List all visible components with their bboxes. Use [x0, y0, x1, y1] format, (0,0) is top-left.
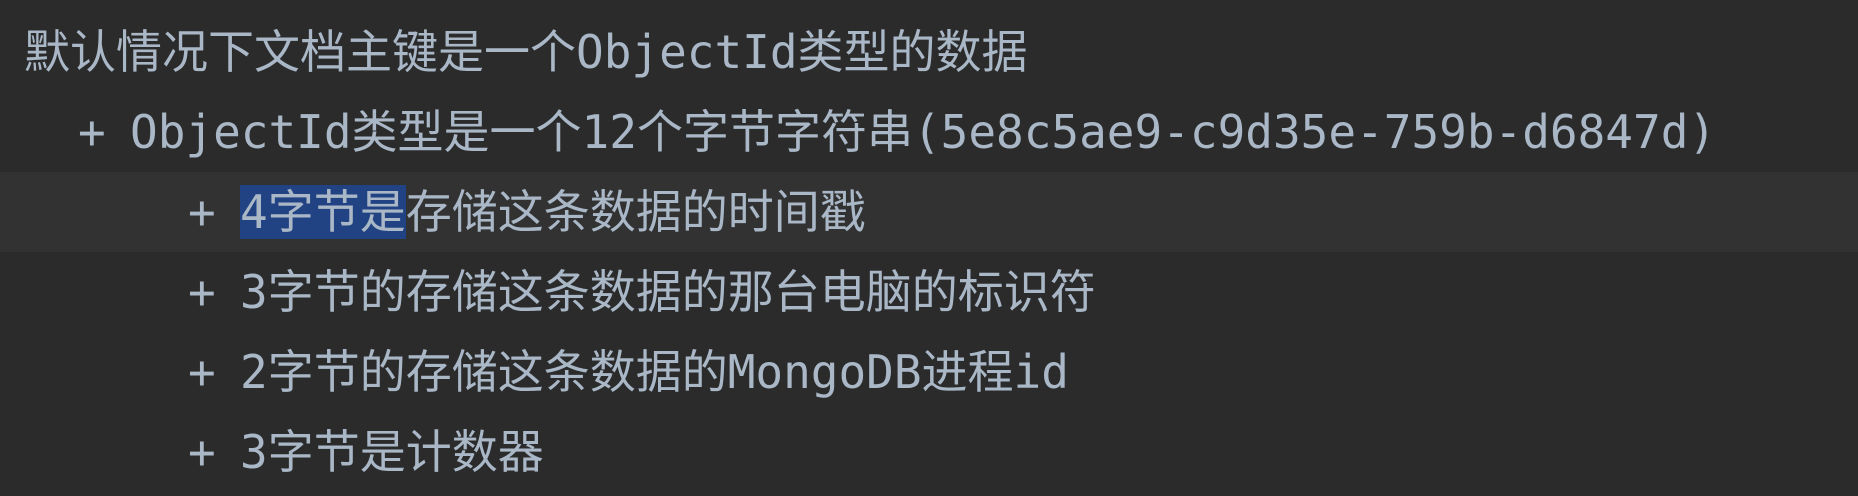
list-bullet-plus: + — [188, 185, 216, 239]
line-6-text: 3字节是计数器 — [240, 425, 544, 479]
list-bullet-plus: + — [188, 345, 216, 399]
markdown-editor[interactable]: 默认情况下文档主键是一个ObjectId类型的数据 + ObjectId类型是一个… — [0, 0, 1858, 496]
selected-text[interactable]: 4字节是 — [240, 185, 406, 239]
editor-line-1[interactable]: 默认情况下文档主键是一个ObjectId类型的数据 — [0, 12, 1858, 92]
editor-line-6[interactable]: +3字节是计数器 — [0, 412, 1858, 492]
editor-line-5[interactable]: +2字节的存储这条数据的MongoDB进程id — [0, 332, 1858, 412]
line-2-text: ObjectId类型是一个12个字节字符串(5e8c5ae9-c9d35e-75… — [130, 105, 1717, 159]
list-bullet-plus: + — [78, 105, 106, 159]
line-1-text: 默认情况下文档主键是一个ObjectId类型的数据 — [24, 25, 1028, 79]
line-4-text: 3字节的存储这条数据的那台电脑的标识符 — [240, 265, 1096, 319]
list-bullet-plus: + — [188, 425, 216, 479]
editor-line-2[interactable]: + ObjectId类型是一个12个字节字符串(5e8c5ae9-c9d35e-7… — [0, 92, 1858, 172]
line-3-text: 存储这条数据的时间戳 — [405, 185, 866, 239]
line-5-text: 2字节的存储这条数据的MongoDB进程id — [240, 345, 1069, 399]
editor-line-4[interactable]: +3字节的存储这条数据的那台电脑的标识符 — [0, 252, 1858, 332]
editor-line-3-current[interactable]: +4字节是存储这条数据的时间戳 — [0, 172, 1858, 252]
list-bullet-plus: + — [188, 265, 216, 319]
